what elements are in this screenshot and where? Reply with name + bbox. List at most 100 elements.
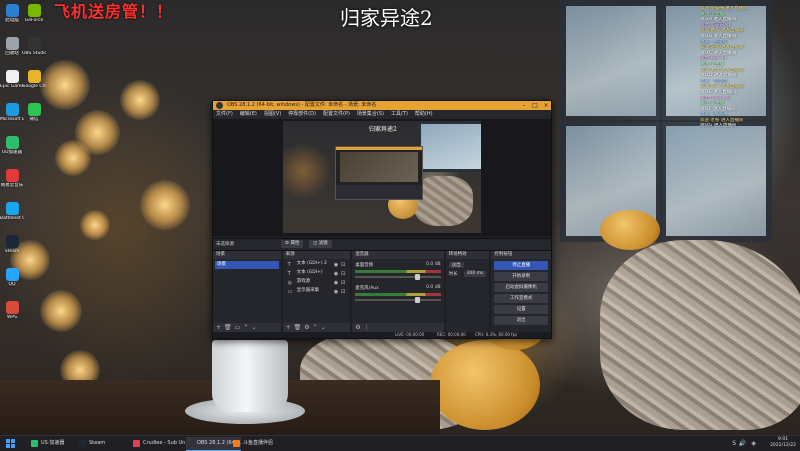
bokeh-light [120, 80, 160, 120]
close-icon[interactable]: × [541, 101, 551, 110]
source-settings-icon[interactable]: ⚙ [304, 323, 309, 332]
start-button[interactable] [6, 439, 15, 448]
menu-item[interactable]: 文件(F) [216, 110, 233, 119]
app-icon [27, 103, 41, 116]
visibility-icon[interactable]: ◉ [334, 270, 338, 278]
mixer-toolbar: ⚙ ⋮ [352, 323, 444, 332]
desktop-icon-label: 微信 [29, 117, 39, 122]
menu-item[interactable]: 帮助(H) [415, 110, 433, 119]
menu-item[interactable]: 配置文件(P) [323, 110, 350, 119]
duration-field[interactable]: 300 ms [463, 271, 487, 277]
menu-item[interactable]: 视图(V) [264, 110, 281, 119]
filters-button[interactable]: ◫ 滤镜 [309, 240, 332, 248]
blanket [600, 240, 800, 430]
obs-window[interactable]: OBS 28.1.2 (64-bit, windows) - 配置文件: 未命名… [212, 100, 552, 339]
desktop-icon-label: Microsoft Edge [0, 117, 24, 122]
source-item[interactable]: T 文本 (GDI+) ◉ ⊡ [285, 269, 349, 277]
app-icon [5, 301, 19, 314]
preview-canvas[interactable]: 归家异途2 [283, 121, 481, 233]
source-item[interactable]: ◎ 游戏源 ◉ ⊡ [285, 278, 349, 286]
desktop-icon[interactable]: QQ [0, 268, 24, 287]
obs-title-bar[interactable]: OBS 28.1.2 (64-bit, windows) - 配置文件: 未命名… [213, 101, 551, 110]
transition-duration-row: 时长 300 ms [449, 271, 487, 277]
desktop-icon[interactable]: OBS Studio [22, 37, 46, 56]
desktop-icon-label: Google Chrome [22, 84, 46, 89]
cpu-fps: CPU: 0.3%, 60.00 fps [475, 332, 518, 337]
desktop-icon[interactable]: Epic Games Launcher [0, 70, 24, 89]
desktop-icon[interactable]: Microsoft Edge [0, 103, 24, 122]
obs-preview[interactable]: 归家异途2 [213, 119, 551, 236]
menu-item[interactable]: 编辑(E) [240, 110, 257, 119]
taskbar-item[interactable]: Steam [78, 437, 139, 450]
taskbar: US·加速器 Steam Crudlee - Sub Un... OBS 28.1.2… [0, 435, 800, 451]
move-up-icon[interactable]: ⌃ [313, 323, 318, 332]
add-source-icon[interactable]: + [286, 323, 291, 332]
window-pane [560, 0, 662, 122]
visibility-icon[interactable]: ◉ [334, 261, 338, 269]
control-button[interactable]: 开始录制 [494, 272, 549, 281]
mixer-channel: 麦克风/Aux 0.0 dB [355, 285, 441, 305]
desktop-icon[interactable]: WPS [0, 301, 24, 320]
minimize-icon[interactable]: – [519, 101, 529, 110]
sources-toolbar: + 🗑 ⚙ ⌃ ⌄ [282, 323, 351, 332]
desktop-icon[interactable]: 此电脑 [0, 4, 24, 23]
control-button[interactable]: 启动虚拟摄像机 [494, 283, 549, 292]
taskbar-item[interactable]: 斗鱼直播伴侣 [232, 437, 291, 450]
lock-icon[interactable]: ⊡ [341, 261, 345, 269]
visibility-icon[interactable]: ◉ [334, 279, 338, 287]
mixer-menu-icon[interactable]: ⋮ [364, 323, 370, 332]
move-down-icon[interactable]: ⌄ [251, 323, 256, 332]
bokeh-light [55, 140, 91, 176]
teddy-bear [430, 340, 540, 430]
network-icon[interactable]: ◈ [751, 440, 756, 447]
taskbar-app-icon [79, 440, 86, 447]
menu-item[interactable]: 工具(T) [391, 110, 408, 119]
coffee-cup [212, 340, 288, 412]
menu-item[interactable]: 场景集合(S) [357, 110, 384, 119]
config-icon[interactable]: ▭ [235, 323, 241, 332]
volume-slider[interactable] [355, 274, 441, 280]
remove-source-icon[interactable]: 🗑 [294, 323, 302, 332]
sogou-ime-icon[interactable]: S [732, 440, 736, 447]
slider-knob[interactable] [415, 297, 420, 303]
desktop-icon[interactable]: 网易云音乐 [0, 169, 24, 188]
clock[interactable]: 9:01 2022/12/22 [770, 437, 796, 449]
taskbar-item-label: Steam [89, 440, 106, 446]
control-button[interactable]: 工作室模式 [494, 294, 549, 303]
lock-icon[interactable]: ⊡ [341, 279, 345, 287]
source-item[interactable]: T 文本 (GDI+) 2 ◉ ⊡ [285, 260, 349, 268]
desktop-icon[interactable]: GeForce [22, 4, 46, 23]
desktop-icon[interactable]: UU加速器 [0, 136, 24, 155]
slider-knob[interactable] [415, 274, 420, 280]
remove-scene-icon[interactable]: 🗑 [224, 323, 232, 332]
scene-item[interactable]: 场景 [215, 261, 279, 269]
lock-icon[interactable]: ⊡ [341, 288, 345, 296]
menu-item[interactable]: 停靠部件(D) [288, 110, 316, 119]
taskbar-item-label: Crudlee - Sub Un... [143, 440, 191, 446]
desktop-icon[interactable]: Steam [0, 235, 24, 254]
control-button[interactable]: 停止直播 [494, 261, 549, 270]
add-scene-icon[interactable]: + [216, 323, 221, 332]
volume-icon[interactable]: 🔊 [739, 440, 746, 447]
desktop-icon[interactable]: 回收站 [0, 37, 24, 56]
transition-select[interactable]: 淡出 [448, 262, 464, 268]
move-down-icon[interactable]: ⌄ [321, 323, 326, 332]
preview-stream-title: 归家异途2 [369, 126, 397, 133]
transitions-header: 转场特效 [445, 251, 490, 259]
maximize-icon[interactable]: □ [530, 101, 540, 110]
desktop-icon[interactable]: Google Chrome [22, 70, 46, 89]
properties-button[interactable]: ⚙ 属性 [281, 240, 304, 248]
move-up-icon[interactable]: ⌃ [243, 323, 248, 332]
desktop-icon-label: OBS Studio [22, 51, 46, 56]
volume-slider[interactable] [355, 297, 441, 303]
lock-icon[interactable]: ⊡ [341, 270, 345, 278]
source-item[interactable]: ▭ 显示器采集 ◉ ⊡ [285, 287, 349, 295]
desktop-icon-label: 此电脑 [5, 18, 19, 23]
control-button[interactable]: 设置 [494, 305, 549, 314]
chat-message: 观众G 进入直播间 [700, 123, 737, 129]
control-button[interactable]: 退出 [494, 316, 549, 325]
desktop-icon[interactable]: Battlenet Games [0, 202, 24, 221]
desktop-icon[interactable]: 微信 [22, 103, 46, 122]
visibility-icon[interactable]: ◉ [334, 288, 338, 296]
mixer-settings-icon[interactable]: ⚙ [355, 323, 360, 332]
